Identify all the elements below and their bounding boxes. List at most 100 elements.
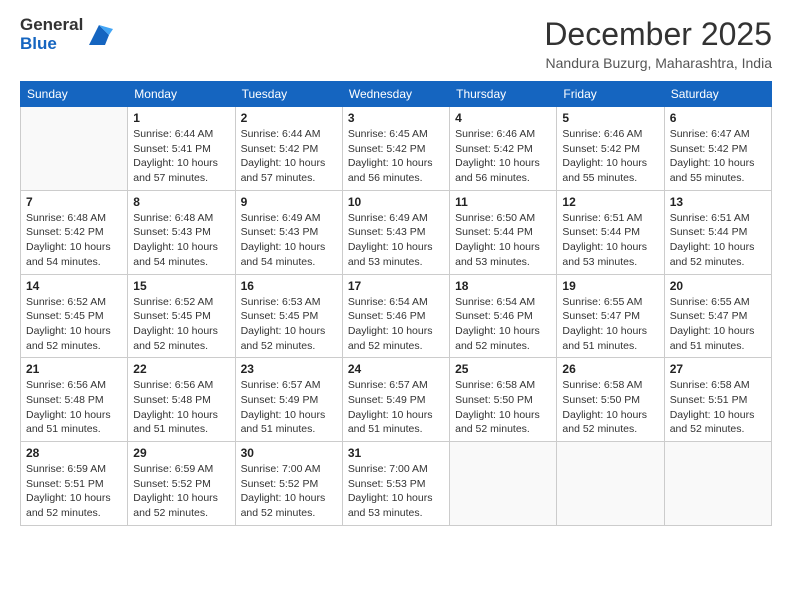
calendar-cell: 15 Sunrise: 6:52 AMSunset: 5:45 PMDayligh… bbox=[128, 274, 235, 358]
day-info: Sunrise: 6:45 AMSunset: 5:42 PMDaylight:… bbox=[348, 127, 444, 186]
calendar-cell: 7Sunrise: 6:48 AMSunset: 5:42 PMDaylight… bbox=[21, 190, 128, 274]
calendar-cell: 5 Sunrise: 6:46 AMSunset: 5:42 PMDaylight… bbox=[557, 107, 664, 191]
day-number: 5 bbox=[562, 111, 658, 125]
logo-line2: Blue bbox=[20, 35, 83, 54]
calendar-cell bbox=[450, 442, 557, 526]
calendar-cell bbox=[664, 442, 771, 526]
header: General Blue December 2025 Nandura Buzur… bbox=[20, 16, 772, 71]
week-row-1: 1 Sunrise: 6:44 AMSunset: 5:41 PMDaylight… bbox=[21, 107, 772, 191]
day-number: 15 bbox=[133, 279, 229, 293]
logo-icon bbox=[85, 21, 113, 49]
day-info: Sunrise: 6:49 AMSunset: 5:43 PMDaylight:… bbox=[348, 211, 444, 270]
calendar-cell: 22 Sunrise: 6:56 AMSunset: 5:48 PMDayligh… bbox=[128, 358, 235, 442]
day-info: Sunrise: 6:58 AMSunset: 5:51 PMDaylight:… bbox=[670, 378, 766, 437]
day-info: Sunrise: 6:55 AMSunset: 5:47 PMDaylight:… bbox=[670, 295, 766, 354]
day-number: 11 bbox=[455, 195, 551, 209]
calendar-cell: 8 Sunrise: 6:48 AMSunset: 5:43 PMDaylight… bbox=[128, 190, 235, 274]
day-info: Sunrise: 6:54 AMSunset: 5:46 PMDaylight:… bbox=[348, 295, 444, 354]
day-info: Sunrise: 6:58 AMSunset: 5:50 PMDaylight:… bbox=[562, 378, 658, 437]
day-info: Sunrise: 6:59 AMSunset: 5:52 PMDaylight:… bbox=[133, 462, 229, 521]
day-number: 6 bbox=[670, 111, 766, 125]
week-row-4: 21 Sunrise: 6:56 AMSunset: 5:48 PMDayligh… bbox=[21, 358, 772, 442]
calendar-cell: 3 Sunrise: 6:45 AMSunset: 5:42 PMDaylight… bbox=[342, 107, 449, 191]
weekday-friday: Friday bbox=[557, 82, 664, 107]
day-number: 4 bbox=[455, 111, 551, 125]
day-number: 2 bbox=[241, 111, 337, 125]
week-row-3: 14 Sunrise: 6:52 AMSunset: 5:45 PMDayligh… bbox=[21, 274, 772, 358]
day-number: 30 bbox=[241, 446, 337, 460]
day-info: Sunrise: 6:44 AMSunset: 5:41 PMDaylight:… bbox=[133, 127, 229, 186]
day-number: 27 bbox=[670, 362, 766, 376]
calendar-cell: 13Sunrise: 6:51 AMSunset: 5:44 PMDayligh… bbox=[664, 190, 771, 274]
weekday-header-row: SundayMondayTuesdayWednesdayThursdayFrid… bbox=[21, 82, 772, 107]
weekday-sunday: Sunday bbox=[21, 82, 128, 107]
day-number: 12 bbox=[562, 195, 658, 209]
calendar-cell: 27 Sunrise: 6:58 AMSunset: 5:51 PMDayligh… bbox=[664, 358, 771, 442]
day-number: 13 bbox=[670, 195, 766, 209]
day-info: Sunrise: 6:58 AMSunset: 5:50 PMDaylight:… bbox=[455, 378, 551, 437]
day-info: Sunrise: 6:57 AMSunset: 5:49 PMDaylight:… bbox=[348, 378, 444, 437]
day-number: 24 bbox=[348, 362, 444, 376]
calendar-cell: 25 Sunrise: 6:58 AMSunset: 5:50 PMDayligh… bbox=[450, 358, 557, 442]
day-number: 28 bbox=[26, 446, 122, 460]
day-number: 22 bbox=[133, 362, 229, 376]
weekday-wednesday: Wednesday bbox=[342, 82, 449, 107]
calendar-cell: 23 Sunrise: 6:57 AMSunset: 5:49 PMDayligh… bbox=[235, 358, 342, 442]
day-info: Sunrise: 7:00 AMSunset: 5:52 PMDaylight:… bbox=[241, 462, 337, 521]
calendar-cell: 21 Sunrise: 6:56 AMSunset: 5:48 PMDayligh… bbox=[21, 358, 128, 442]
calendar-cell: 1 Sunrise: 6:44 AMSunset: 5:41 PMDaylight… bbox=[128, 107, 235, 191]
logo-line1: General bbox=[20, 16, 83, 35]
calendar-cell: 4 Sunrise: 6:46 AMSunset: 5:42 PMDaylight… bbox=[450, 107, 557, 191]
calendar-cell: 16 Sunrise: 6:53 AMSunset: 5:45 PMDayligh… bbox=[235, 274, 342, 358]
day-number: 1 bbox=[133, 111, 229, 125]
location: Nandura Buzurg, Maharashtra, India bbox=[544, 55, 772, 71]
calendar-cell: 26Sunrise: 6:58 AMSunset: 5:50 PMDayligh… bbox=[557, 358, 664, 442]
day-number: 14 bbox=[26, 279, 122, 293]
day-info: Sunrise: 6:47 AMSunset: 5:42 PMDaylight:… bbox=[670, 127, 766, 186]
day-number: 21 bbox=[26, 362, 122, 376]
day-info: Sunrise: 6:52 AMSunset: 5:45 PMDaylight:… bbox=[26, 295, 122, 354]
day-number: 3 bbox=[348, 111, 444, 125]
day-number: 25 bbox=[455, 362, 551, 376]
day-info: Sunrise: 6:56 AMSunset: 5:48 PMDaylight:… bbox=[26, 378, 122, 437]
weekday-saturday: Saturday bbox=[664, 82, 771, 107]
day-info: Sunrise: 6:48 AMSunset: 5:42 PMDaylight:… bbox=[26, 211, 122, 270]
day-number: 20 bbox=[670, 279, 766, 293]
day-number: 9 bbox=[241, 195, 337, 209]
weekday-monday: Monday bbox=[128, 82, 235, 107]
day-info: Sunrise: 6:50 AMSunset: 5:44 PMDaylight:… bbox=[455, 211, 551, 270]
calendar-cell: 18Sunrise: 6:54 AMSunset: 5:46 PMDayligh… bbox=[450, 274, 557, 358]
day-number: 31 bbox=[348, 446, 444, 460]
day-number: 23 bbox=[241, 362, 337, 376]
day-info: Sunrise: 6:51 AMSunset: 5:44 PMDaylight:… bbox=[562, 211, 658, 270]
day-info: Sunrise: 6:48 AMSunset: 5:43 PMDaylight:… bbox=[133, 211, 229, 270]
day-info: Sunrise: 6:54 AMSunset: 5:46 PMDaylight:… bbox=[455, 295, 551, 354]
calendar-cell: 30 Sunrise: 7:00 AMSunset: 5:52 PMDayligh… bbox=[235, 442, 342, 526]
day-info: Sunrise: 6:53 AMSunset: 5:45 PMDaylight:… bbox=[241, 295, 337, 354]
day-number: 8 bbox=[133, 195, 229, 209]
calendar-cell: 28 Sunrise: 6:59 AMSunset: 5:51 PMDayligh… bbox=[21, 442, 128, 526]
day-number: 17 bbox=[348, 279, 444, 293]
calendar-table: SundayMondayTuesdayWednesdayThursdayFrid… bbox=[20, 81, 772, 526]
calendar-cell: 31Sunrise: 7:00 AMSunset: 5:53 PMDayligh… bbox=[342, 442, 449, 526]
weekday-thursday: Thursday bbox=[450, 82, 557, 107]
day-info: Sunrise: 6:57 AMSunset: 5:49 PMDaylight:… bbox=[241, 378, 337, 437]
day-info: Sunrise: 6:46 AMSunset: 5:42 PMDaylight:… bbox=[455, 127, 551, 186]
day-info: Sunrise: 6:49 AMSunset: 5:43 PMDaylight:… bbox=[241, 211, 337, 270]
page: General Blue December 2025 Nandura Buzur… bbox=[0, 0, 792, 612]
calendar-cell: 19Sunrise: 6:55 AMSunset: 5:47 PMDayligh… bbox=[557, 274, 664, 358]
logo: General Blue bbox=[20, 16, 113, 53]
month-title: December 2025 bbox=[544, 16, 772, 53]
day-info: Sunrise: 6:56 AMSunset: 5:48 PMDaylight:… bbox=[133, 378, 229, 437]
day-info: Sunrise: 6:59 AMSunset: 5:51 PMDaylight:… bbox=[26, 462, 122, 521]
title-block: December 2025 Nandura Buzurg, Maharashtr… bbox=[544, 16, 772, 71]
day-info: Sunrise: 6:46 AMSunset: 5:42 PMDaylight:… bbox=[562, 127, 658, 186]
calendar-cell: 10 Sunrise: 6:49 AMSunset: 5:43 PMDayligh… bbox=[342, 190, 449, 274]
week-row-5: 28 Sunrise: 6:59 AMSunset: 5:51 PMDayligh… bbox=[21, 442, 772, 526]
day-number: 16 bbox=[241, 279, 337, 293]
day-number: 10 bbox=[348, 195, 444, 209]
calendar-cell: 11 Sunrise: 6:50 AMSunset: 5:44 PMDayligh… bbox=[450, 190, 557, 274]
day-info: Sunrise: 6:52 AMSunset: 5:45 PMDaylight:… bbox=[133, 295, 229, 354]
day-info: Sunrise: 6:55 AMSunset: 5:47 PMDaylight:… bbox=[562, 295, 658, 354]
calendar-cell bbox=[21, 107, 128, 191]
